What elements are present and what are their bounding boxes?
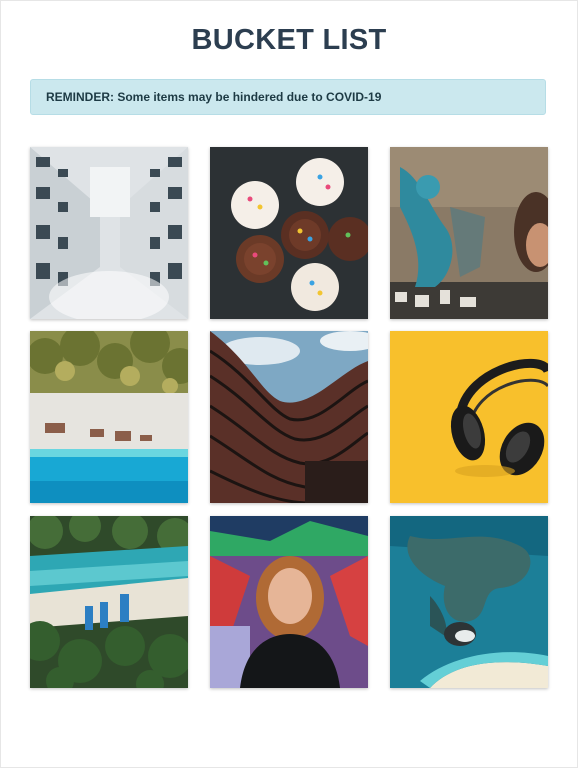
photo-aerial-reef-island[interactable] (390, 516, 548, 688)
photo-curved-building[interactable] (210, 331, 368, 503)
photo-aerial-beach-palms[interactable] (30, 331, 188, 503)
photo-aerial-boats-beach[interactable] (30, 516, 188, 688)
photo-graffiti-wall[interactable] (390, 147, 548, 319)
photo-cupcakes[interactable] (210, 147, 368, 319)
reminder-alert: REMINDER: Some items may be hindered due… (30, 79, 546, 115)
page-title: BUCKET LIST (191, 24, 387, 56)
photo-building-looking-up[interactable] (30, 147, 188, 319)
reminder-text: REMINDER: Some items may be hindered due… (46, 90, 382, 104)
photo-headphones-on-yellow[interactable] (390, 331, 548, 503)
photo-portrait-graffiti[interactable] (210, 516, 368, 688)
